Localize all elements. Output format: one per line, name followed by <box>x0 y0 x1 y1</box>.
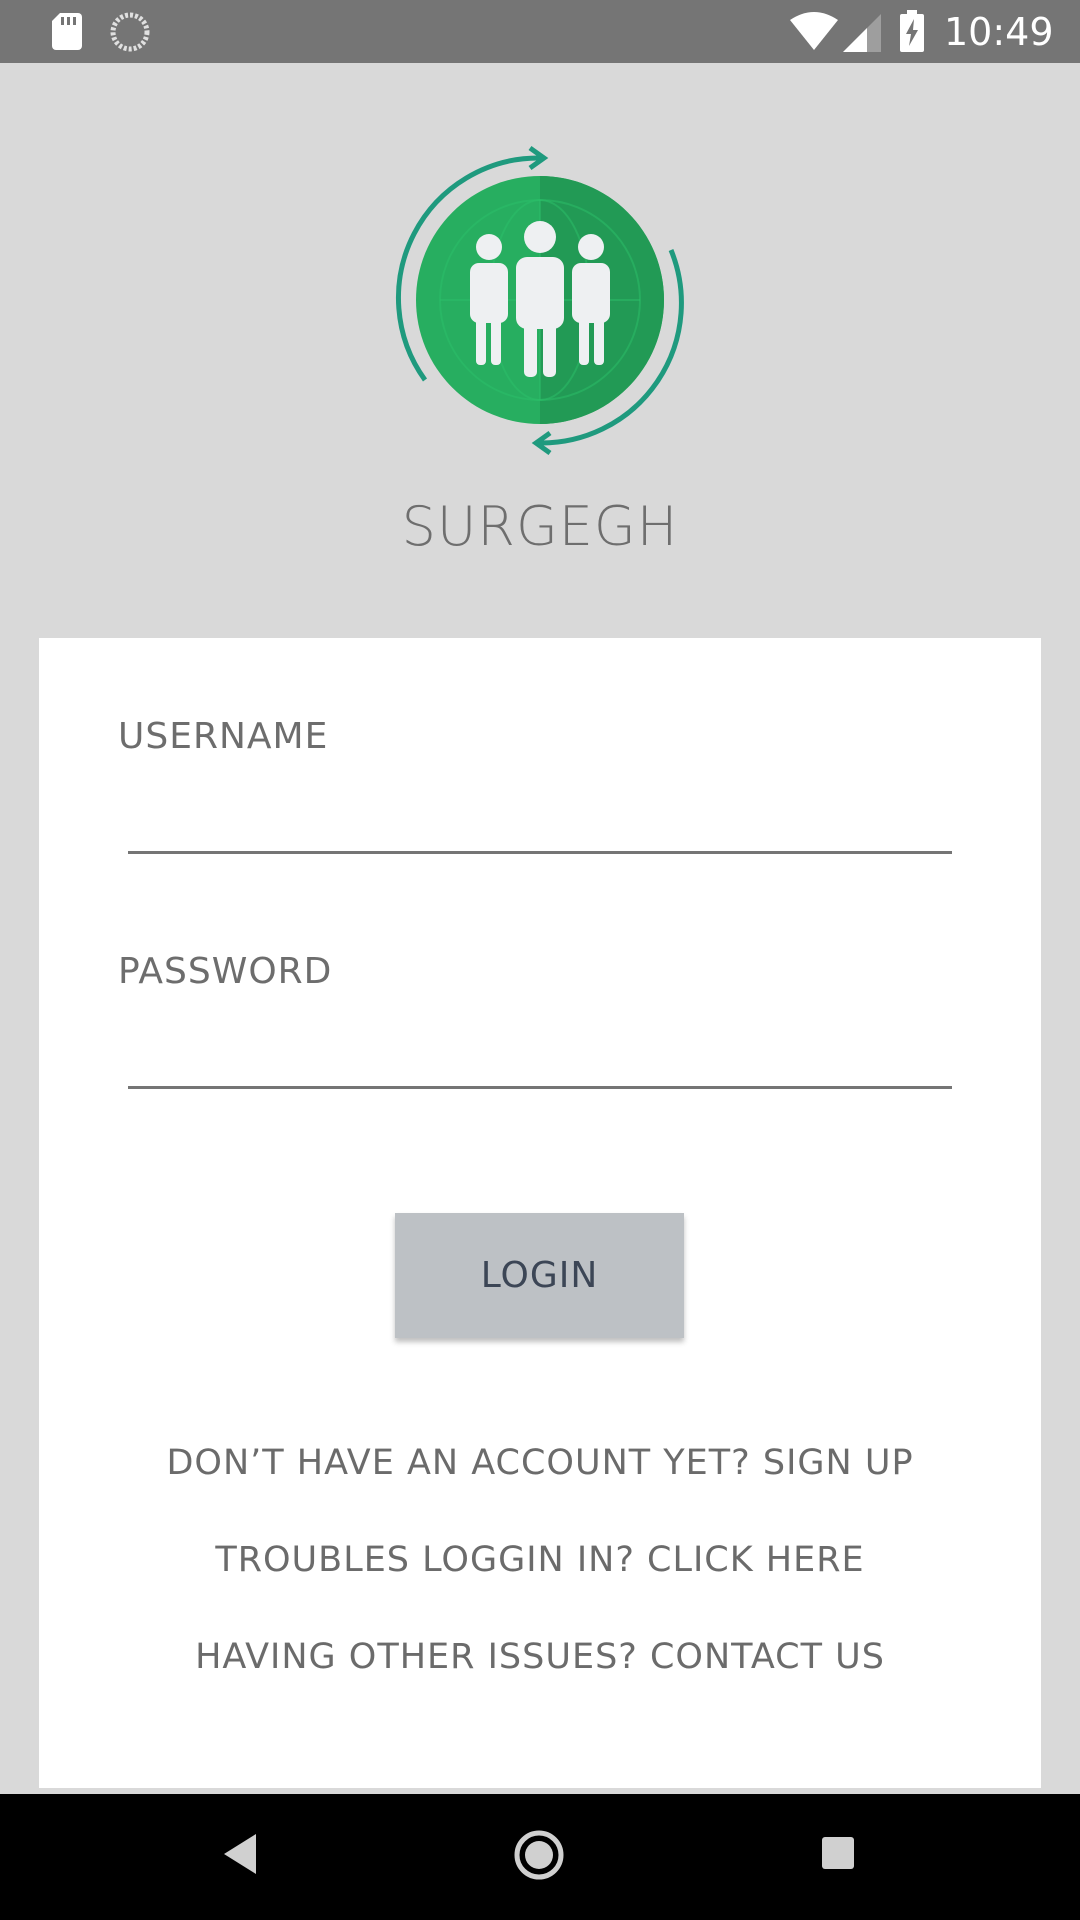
username-label: USERNAME <box>118 716 329 757</box>
group-globe-logo <box>395 145 684 455</box>
username-input[interactable] <box>128 791 952 854</box>
back-icon[interactable] <box>220 1832 260 1876</box>
wifi-icon <box>790 12 838 50</box>
password-input[interactable] <box>128 1026 952 1089</box>
login-button[interactable]: LOGIN <box>395 1213 684 1338</box>
signup-link[interactable]: DON’T HAVE AN ACCOUNT YET? SIGN UP <box>0 1443 1080 1483</box>
navigation-bar <box>0 1794 1080 1920</box>
password-label: PASSWORD <box>118 951 333 992</box>
status-time: 10:49 <box>944 10 1054 54</box>
sync-icon <box>110 12 150 52</box>
status-bar: 10:49 <box>0 0 1080 63</box>
recent-apps-icon[interactable] <box>820 1835 856 1871</box>
app-title: SURGEGH <box>401 495 679 558</box>
trouble-login-link[interactable]: TROUBLES LOGGIN IN? CLICK HERE <box>0 1540 1080 1580</box>
home-icon[interactable] <box>513 1829 565 1881</box>
sd-card-icon <box>52 13 82 50</box>
battery-charging-icon <box>900 10 924 52</box>
cell-signal-icon <box>843 14 881 52</box>
contact-us-link[interactable]: HAVING OTHER ISSUES? CONTACT US <box>0 1637 1080 1677</box>
